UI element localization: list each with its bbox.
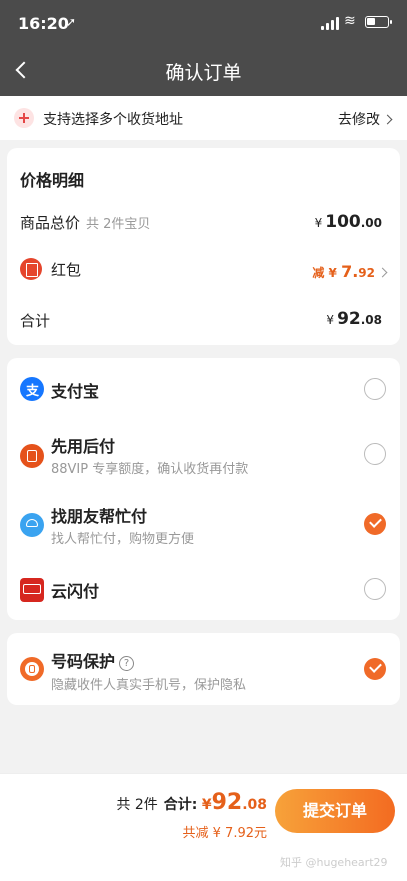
goods-count: 共 2件宝贝 xyxy=(86,217,151,232)
item-count: 共 2件 xyxy=(116,797,158,813)
page-title: 确认订单 xyxy=(165,62,242,84)
address-banner[interactable]: 支持选择多个收货地址 去修改 xyxy=(0,96,407,140)
price-detail-title: 价格明细 xyxy=(20,171,85,190)
number-protection-card: 号码保护? 隐藏收件人真实手机号，保护隐私 xyxy=(7,633,400,705)
total-label: 合计: xyxy=(163,797,198,813)
goods-total-label: 商品总价共 2件宝贝 xyxy=(20,214,151,232)
plus-icon xyxy=(14,108,34,128)
friend-pay-icon xyxy=(20,513,44,537)
payment-unionpay-radio[interactable] xyxy=(364,578,386,600)
number-protection-desc: 隐藏收件人真实手机号，保护隐私 xyxy=(51,678,247,693)
payment-alipay-title: 支付宝 xyxy=(51,382,100,401)
status-time: 16:20 xyxy=(18,14,69,33)
top-bar: 16:20 ➚ ≋ 确认订单 xyxy=(0,0,407,96)
battery-icon xyxy=(365,16,392,28)
signal-icon xyxy=(321,17,339,30)
wifi-icon: ≋ xyxy=(344,13,356,29)
pay-later-icon xyxy=(20,444,44,468)
checkout-bar: 共 2件 合计: ¥92.08 共减 ¥ 7.92元 提交订单 知乎 @hugeh… xyxy=(0,773,407,881)
number-protection-toggle[interactable] xyxy=(364,658,386,680)
savings-text: 共减 ¥ 7.92元 xyxy=(182,826,267,841)
location-icon: ➚ xyxy=(66,15,77,29)
submit-order-button[interactable]: 提交订单 xyxy=(275,789,395,833)
payment-paylater-desc: 88VIP 专享额度，确认收货再付款 xyxy=(51,462,249,477)
payment-friendpay-radio[interactable] xyxy=(364,513,386,535)
red-packet-label: 红包 xyxy=(51,261,82,279)
unionpay-icon xyxy=(20,578,44,602)
order-total-label: 合计 xyxy=(20,312,51,330)
edit-address-link[interactable]: 去修改 xyxy=(338,109,393,129)
payment-unionpay-title: 云闪付 xyxy=(51,582,100,601)
order-total-price: ¥92.08 xyxy=(326,309,382,329)
red-packet-discount[interactable]: 减 ¥ 7.92 xyxy=(312,262,388,281)
payment-friendpay-desc: 找人帮忙付，购物更方便 xyxy=(51,532,195,547)
watermark: 知乎 @hugeheart29 xyxy=(280,856,388,869)
payment-alipay-radio[interactable] xyxy=(364,378,386,400)
total-amount: ¥92.08 xyxy=(201,790,267,815)
goods-total-price: ¥100.00 xyxy=(314,212,382,232)
payment-methods-card: 支 支付宝 先用后付 88VIP 专享额度，确认收货再付款 找朋友帮忙付 找人帮… xyxy=(7,358,400,620)
red-packet-icon xyxy=(20,258,42,280)
phone-shield-icon xyxy=(20,657,44,681)
price-detail-card: 价格明细 商品总价共 2件宝贝 ¥100.00 红包 减 ¥ 7.92 合计 ¥… xyxy=(7,148,400,345)
payment-paylater-radio[interactable] xyxy=(364,443,386,465)
number-protection-title: 号码保护? xyxy=(51,648,135,672)
address-banner-text: 支持选择多个收货地址 xyxy=(43,112,183,128)
payment-friendpay-title: 找朋友帮忙付 xyxy=(51,507,148,526)
chevron-right-icon xyxy=(377,267,388,278)
checkout-total: 共 2件 合计: ¥92.08 xyxy=(116,790,267,815)
payment-paylater-title: 先用后付 xyxy=(51,437,116,456)
alipay-icon: 支 xyxy=(20,377,44,401)
help-icon[interactable]: ? xyxy=(119,656,135,671)
chevron-right-icon xyxy=(382,114,393,125)
